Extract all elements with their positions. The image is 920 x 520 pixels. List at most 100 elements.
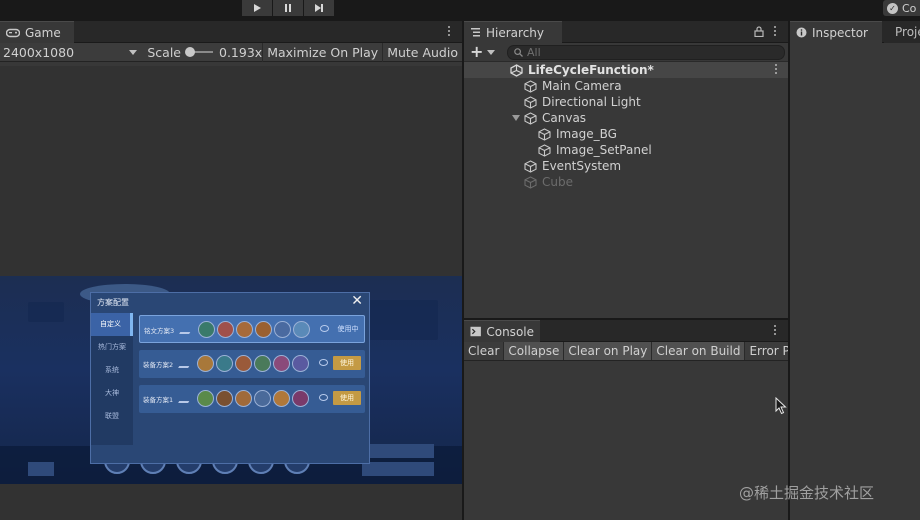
- tree-item[interactable]: EventSystem: [464, 158, 788, 174]
- hero-icon: [254, 355, 271, 372]
- expand-arrow-icon[interactable]: [512, 115, 520, 121]
- tree-item[interactable]: Image_BG: [464, 126, 788, 142]
- hero-icon: [273, 390, 290, 407]
- tree-item[interactable]: Main Camera: [464, 78, 788, 94]
- scale-slider[interactable]: [185, 47, 213, 57]
- console-toolbar: Clear Collapse Clear on Play Clear on Bu…: [464, 342, 788, 361]
- bottom-button: [362, 462, 434, 476]
- play-icon: [254, 4, 261, 12]
- lock-icon[interactable]: [754, 26, 764, 37]
- scheme-row-label: 装备方案2: [143, 361, 174, 369]
- tree-item-label: Directional Light: [542, 95, 641, 109]
- tab-project-settings[interactable]: Project Settings: [884, 21, 920, 43]
- eye-icon: [319, 359, 328, 366]
- right-ui-block: [368, 300, 438, 340]
- inspector-panel: Inspector Project Settings: [790, 21, 920, 520]
- tab-hierarchy-label: Hierarchy: [486, 25, 545, 40]
- scheme-status: 使用中: [337, 325, 359, 333]
- dialog-side-item: 大神: [105, 389, 119, 397]
- tree-item-label: Image_SetPanel: [556, 143, 652, 157]
- tab-project-settings-label: Project Settings: [895, 25, 920, 39]
- close-icon: ✕: [351, 293, 363, 309]
- clear-button[interactable]: Clear: [464, 342, 505, 360]
- tree-item-label: Cube: [542, 175, 573, 189]
- game-menu-icon[interactable]: [447, 26, 451, 36]
- resolution-dropdown[interactable]: 2400x1080: [0, 43, 141, 62]
- hero-icon: [198, 321, 215, 338]
- tab-hierarchy[interactable]: Hierarchy: [464, 21, 562, 43]
- game-tabbar: Game: [0, 21, 462, 43]
- hierarchy-menu-icon[interactable]: [773, 26, 777, 36]
- tab-game-label: Game: [25, 25, 61, 40]
- scene-row[interactable]: LifeCycleFunction*: [464, 62, 788, 78]
- step-button[interactable]: [304, 0, 335, 16]
- hierarchy-tabbar: Hierarchy: [464, 21, 788, 43]
- hero-icon: [236, 321, 253, 338]
- hero-icon: [197, 390, 214, 407]
- hero-icon: [274, 321, 291, 338]
- eye-icon: [319, 394, 328, 401]
- error-pause-toggle[interactable]: Error Pause: [745, 342, 788, 360]
- play-button[interactable]: [242, 0, 273, 16]
- pause-icon: [285, 4, 291, 12]
- maximize-on-play-toggle[interactable]: Maximize On Play: [262, 42, 382, 62]
- unity-scene-icon: [510, 64, 523, 77]
- mouse-cursor-icon: [775, 397, 787, 415]
- scene-menu-icon[interactable]: [774, 64, 778, 74]
- console-tabbar: Console: [464, 320, 788, 342]
- clear-on-play-toggle[interactable]: Clear on Play: [564, 342, 653, 360]
- cube-icon: [524, 112, 537, 125]
- chevron-down-icon: [129, 49, 138, 55]
- game-control-bar: 2400x1080 Scale 0.193x Maximize On Play …: [0, 42, 462, 62]
- cube-icon: [538, 144, 551, 157]
- hero-icon: [293, 321, 310, 338]
- tree-item[interactable]: Cube: [464, 174, 788, 190]
- use-button: 使用: [333, 391, 361, 405]
- tab-console[interactable]: Console: [464, 320, 540, 342]
- game-viewport[interactable]: 方案配置 ✕ 自定义 热门方案 系统 大神 联盟 铭文方案3 使用中 装备方案2…: [0, 66, 462, 520]
- inspector-tabbar: Inspector Project Settings: [790, 21, 920, 43]
- scale-label: Scale: [147, 44, 181, 60]
- cube-icon: [524, 176, 537, 189]
- console-menu-icon[interactable]: [773, 325, 777, 335]
- hierarchy-search-row: + All: [464, 43, 788, 62]
- tab-inspector[interactable]: Inspector: [790, 21, 882, 43]
- pause-button[interactable]: [273, 0, 304, 16]
- hierarchy-panel: Hierarchy + All LifeCycleFunction* Main …: [464, 21, 788, 318]
- collab-button[interactable]: ✓ Co: [883, 0, 920, 16]
- plus-icon[interactable]: +: [470, 44, 483, 60]
- hero-icon: [235, 390, 252, 407]
- cube-icon: [524, 96, 537, 109]
- tab-game[interactable]: Game: [0, 21, 74, 43]
- tree-item[interactable]: Image_SetPanel: [464, 142, 788, 158]
- play-controls: [242, 0, 335, 16]
- main-toolbar: ✓ Co: [0, 0, 920, 18]
- list-icon: [471, 28, 480, 37]
- hero-icon: [292, 355, 309, 372]
- check-circle-icon: ✓: [887, 2, 898, 14]
- watermark: @稀土掘金技术社区: [739, 484, 875, 502]
- bottom-button: [362, 444, 434, 458]
- clear-on-build-toggle[interactable]: Clear on Build: [652, 342, 746, 360]
- dialog-side-item: 联盟: [105, 412, 119, 420]
- collapse-toggle[interactable]: Collapse: [504, 342, 565, 360]
- hero-icon: [273, 355, 290, 372]
- scheme-row: 装备方案2 使用: [139, 350, 365, 378]
- step-icon: [315, 4, 323, 12]
- mute-audio-toggle[interactable]: Mute Audio: [382, 42, 462, 62]
- info-icon: [796, 27, 807, 38]
- chevron-down-icon[interactable]: [487, 50, 495, 55]
- tree-item[interactable]: Canvas: [464, 110, 788, 126]
- resolution-value: 2400x1080: [3, 44, 75, 60]
- dialog-side-item: 系统: [105, 366, 119, 374]
- tree-item-label: Main Camera: [542, 79, 622, 93]
- hierarchy-tree: LifeCycleFunction* Main Camera Direction…: [464, 62, 788, 190]
- slider-handle[interactable]: [185, 47, 195, 57]
- tree-item-label: Image_BG: [556, 127, 617, 141]
- tab-console-label: Console: [486, 324, 534, 339]
- cube-icon: [524, 80, 537, 93]
- hero-icon: [292, 390, 309, 407]
- tree-item[interactable]: Directional Light: [464, 94, 788, 110]
- scheme-row-label: 装备方案1: [143, 396, 174, 404]
- hierarchy-search-input[interactable]: All: [507, 45, 785, 60]
